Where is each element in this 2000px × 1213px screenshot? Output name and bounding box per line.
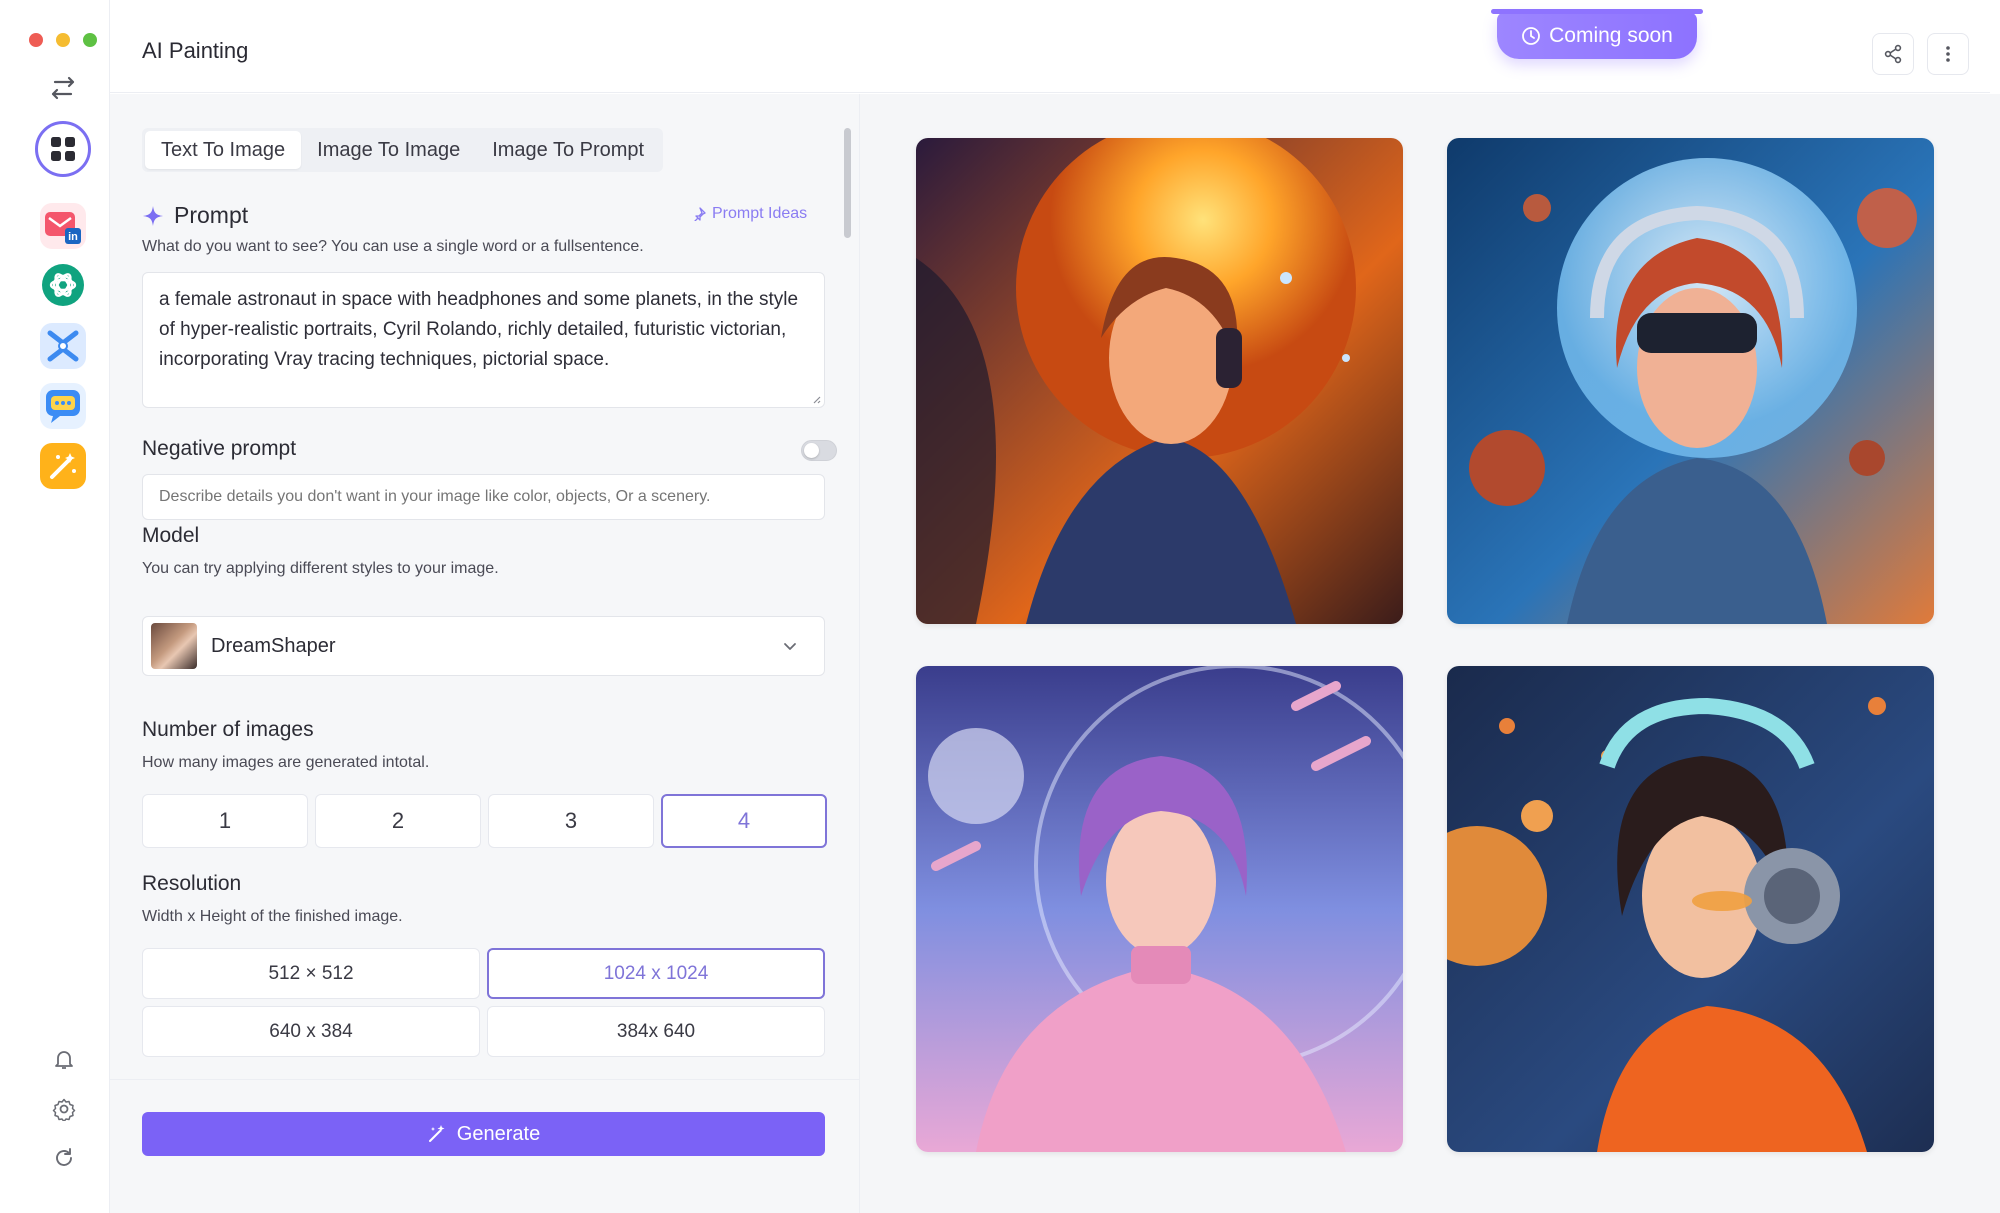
- top-bar: AI Painting Coming soon: [110, 0, 1990, 93]
- generated-image-4[interactable]: [1447, 666, 1934, 1152]
- maximize-window-button[interactable]: [83, 33, 97, 47]
- clock-icon: [1522, 26, 1541, 45]
- mode-tabs: Text To Image Image To Image Image To Pr…: [142, 128, 664, 172]
- negative-prompt-title: Negative prompt: [142, 437, 297, 460]
- model-dropdown[interactable]: DreamShaper: [142, 616, 825, 676]
- image-gallery: [860, 94, 2000, 1213]
- coming-soon-label: Coming soon: [1549, 23, 1673, 47]
- sparkle-icon: [143, 205, 163, 226]
- prompt-text: a female astronaut in space with headpho…: [159, 289, 799, 370]
- prompt-heading: Prompt: [142, 202, 248, 229]
- mail-linkedin-icon[interactable]: in: [40, 203, 86, 249]
- panel-scrollbar[interactable]: [844, 128, 851, 238]
- tab-text-to-image[interactable]: Text To Image: [145, 131, 302, 169]
- magic-generate-icon: [428, 1125, 445, 1142]
- model-selected-value: DreamShaper: [211, 634, 336, 657]
- coming-soon-badge: Coming soon: [1491, 9, 1703, 59]
- close-window-button[interactable]: [29, 33, 43, 47]
- gear-icon[interactable]: [52, 1097, 76, 1123]
- prompt-textarea[interactable]: a female astronaut in space with headpho…: [142, 272, 825, 408]
- resolution-description: Width x Height of the finished image.: [142, 908, 403, 925]
- generated-image-1[interactable]: [916, 138, 1403, 624]
- app-sidebar: in: [16, 0, 110, 1213]
- resolution-option-640x384[interactable]: 640 x 384: [142, 1006, 480, 1057]
- share-icon: [1884, 44, 1902, 64]
- resolution-option-512x512[interactable]: 512 × 512: [142, 948, 480, 999]
- resolution-title: Resolution: [142, 872, 242, 895]
- more-options-button[interactable]: [1927, 33, 1969, 75]
- prompt-title: Prompt: [174, 202, 249, 228]
- num-images-option-1[interactable]: 1: [142, 794, 308, 848]
- negative-prompt-toggle[interactable]: [801, 440, 837, 461]
- main-area: AI Painting Coming soon Text To Image Im…: [110, 0, 2000, 1213]
- model-thumbnail: [151, 623, 197, 669]
- page-title: AI Painting: [142, 38, 249, 63]
- num-images-options: 1 2 3 4: [142, 794, 827, 848]
- minimize-window-button[interactable]: [56, 33, 70, 47]
- settings-panel: Text To Image Image To Image Image To Pr…: [110, 94, 860, 1213]
- app-window: in AI Painting Coming soon Text To Image…: [16, 0, 2000, 1213]
- prompt-ideas-link[interactable]: Prompt Ideas: [692, 205, 807, 223]
- window-controls: [29, 33, 97, 47]
- pin-icon: [694, 207, 706, 221]
- generate-label: Generate: [456, 1122, 541, 1145]
- share-button[interactable]: [1872, 33, 1914, 75]
- resize-grip-icon[interactable]: [811, 394, 821, 404]
- generated-image-2[interactable]: [1447, 138, 1934, 624]
- magic-wand-icon[interactable]: [40, 443, 86, 489]
- resolution-option-384x640[interactable]: 384x 640: [487, 1006, 825, 1057]
- num-images-option-4[interactable]: 4: [661, 794, 827, 848]
- resolution-options-row-1: 512 × 512 1024 x 1024: [142, 948, 825, 999]
- negative-prompt-input[interactable]: [142, 474, 825, 520]
- model-description: You can try applying different styles to…: [142, 560, 499, 577]
- tab-image-to-image[interactable]: Image To Image: [301, 131, 476, 169]
- bell-icon[interactable]: [52, 1047, 76, 1071]
- model-title: Model: [142, 524, 200, 547]
- chat-icon[interactable]: [40, 383, 86, 429]
- resolution-options-row-2: 640 x 384 384x 640: [142, 1006, 825, 1057]
- resolution-option-1024x1024[interactable]: 1024 x 1024: [487, 948, 825, 999]
- generated-image-3[interactable]: [916, 666, 1403, 1152]
- num-images-option-2[interactable]: 2: [315, 794, 481, 848]
- prompt-description: What do you want to see? You can use a s…: [142, 238, 644, 255]
- svg-text:in: in: [68, 231, 78, 243]
- num-images-option-3[interactable]: 3: [488, 794, 654, 848]
- chevron-down-icon: [784, 643, 796, 650]
- openai-icon[interactable]: [40, 262, 86, 308]
- swap-arrows-icon[interactable]: [47, 74, 79, 102]
- num-images-title: Number of images: [142, 718, 314, 741]
- footer-divider: [110, 1079, 860, 1080]
- claw-icon[interactable]: [40, 323, 86, 369]
- generate-button[interactable]: Generate: [142, 1112, 825, 1156]
- prompt-ideas-label: Prompt Ideas: [712, 205, 808, 222]
- num-images-description: How many images are generated intotal.: [142, 754, 430, 771]
- more-vertical-icon: [1946, 46, 1950, 62]
- tab-image-to-prompt[interactable]: Image To Prompt: [476, 131, 660, 169]
- refresh-icon[interactable]: [52, 1146, 76, 1170]
- grid-icon[interactable]: [35, 121, 91, 177]
